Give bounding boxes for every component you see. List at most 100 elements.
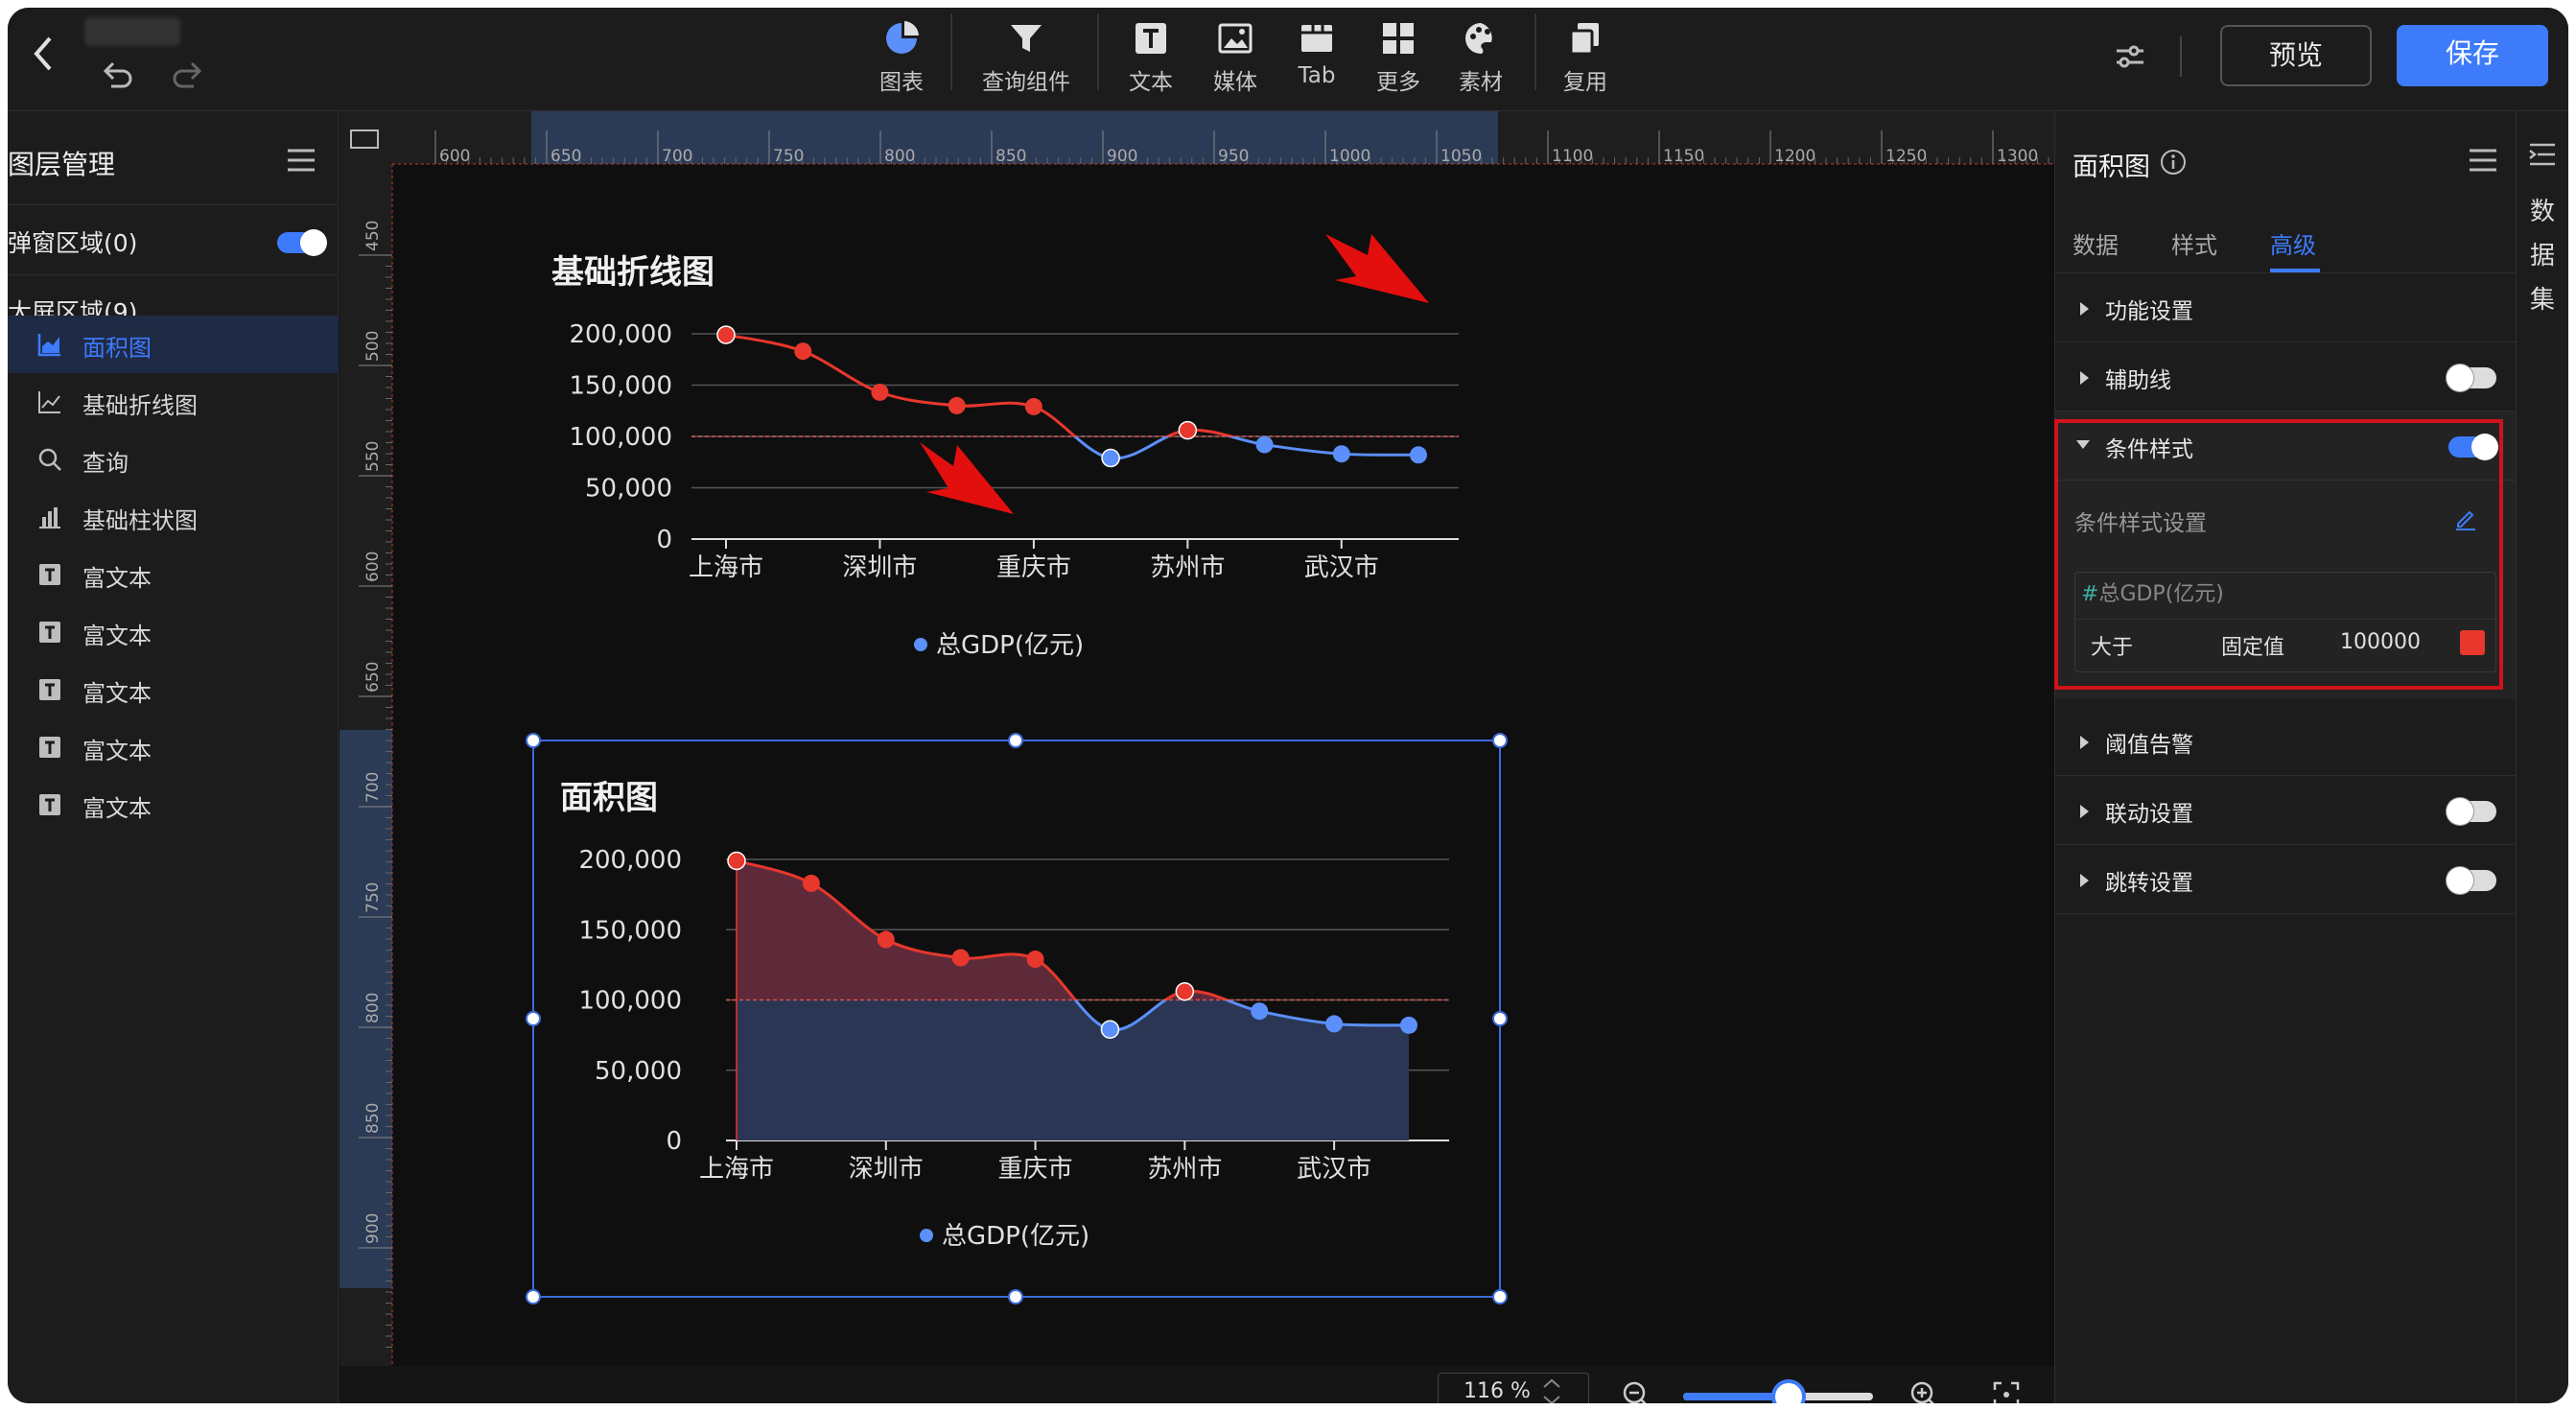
y-tick-label: 100,000 [578,987,682,1016]
design-canvas[interactable]: 600 650 700 750 800 850 900 950 1000 1050 1100 1150… [340,111,2054,1403]
image-icon [1218,23,1253,54]
data-point [1178,420,1198,440]
text-icon [36,561,63,588]
ruler-tick-label: 600 [439,147,470,166]
annotation-arrow [1325,234,1429,303]
layer-item[interactable]: 面积图 [8,316,339,373]
collapse-menu-icon[interactable] [286,148,316,176]
x-tick-label: 武汉市 [1304,553,1379,582]
text-icon [1136,23,1166,54]
toolbar-chart[interactable]: 图表 [849,13,954,100]
section-aux-line[interactable]: 辅助线 [2055,342,2517,411]
ruler-tick-label: 850 [995,147,1026,166]
tab-data[interactable]: 数据 [2073,226,2119,260]
legend-marker [920,1229,933,1242]
linkage-toggle[interactable] [2447,798,2496,825]
layer-item[interactable]: 富文本 [8,776,339,834]
settings-sliders-icon[interactable] [2113,42,2147,75]
highlight-frame [2054,419,2503,690]
layer-item[interactable]: 富文本 [8,603,339,661]
pie-chart-icon [886,21,919,54]
section-function-settings[interactable]: 功能设置 [2055,273,2517,342]
fit-screen-icon[interactable] [1992,1380,2021,1403]
resize-handle[interactable] [526,733,541,748]
data-point [1400,1016,1417,1034]
layer-panel: 图层管理 弹窗区域(0) 大屏区域(9) 面积图 基础折线图 查询 基础柱状图 富文本富… [8,111,339,1403]
ruler-tick-label: 1100 [1552,147,1593,166]
undo-icon[interactable] [100,59,134,92]
layer-item[interactable]: 基础折线图 [8,373,339,431]
text-icon [36,676,63,703]
layer-item[interactable]: 查询 [8,431,339,488]
ruler-tick-label: 600 [363,552,383,582]
layer-item[interactable]: 富文本 [8,718,339,776]
layer-item[interactable]: 富文本 [8,546,339,603]
data-point [948,396,966,414]
legend-label: 总GDP(亿元) [942,1222,1089,1251]
data-point [1255,435,1274,454]
data-point [1325,1015,1344,1033]
collapse-panel-icon[interactable] [2528,142,2557,171]
jump-toggle[interactable] [2447,867,2496,894]
x-tick-label: 武汉市 [1297,1155,1371,1184]
popup-region-toggle[interactable] [277,229,327,256]
section-linkage[interactable]: 联动设置 [2055,776,2517,845]
area-chart-icon [36,331,63,358]
toolbar-query[interactable]: 查询组件 [973,13,1079,100]
resize-handle[interactable] [526,1011,541,1026]
zoom-stepper-icon[interactable] [1538,1375,1565,1403]
resize-handle[interactable] [1008,733,1023,748]
data-point [877,930,895,949]
ruler-tick-label: 1000 [1329,147,1370,166]
data-point [716,325,736,344]
ruler-tick-label: 800 [363,993,383,1023]
expand-arrow-icon [2080,371,2089,385]
zoom-input[interactable]: 116 % [1438,1373,1589,1403]
resize-handle[interactable] [1492,1289,1508,1304]
redo-icon[interactable] [171,59,205,92]
ruler-tick-label: 500 [363,331,383,362]
preview-button[interactable]: 预览 [2220,25,2372,86]
section-jump[interactable]: 跳转设置 [2055,845,2517,914]
zoom-out-icon[interactable] [1621,1379,1651,1403]
aux-line-toggle[interactable] [2447,364,2496,391]
app-window: 图表 查询组件 文本 媒体 Tab 更多 素材 复用 预览 保存 图层管理 弹窗… [8,8,2568,1403]
toolbar-query-label: 查询组件 [982,70,1070,95]
dataset-char-3: 集 [2530,286,2556,315]
divider [8,204,339,205]
zoom-in-icon[interactable] [1909,1379,1939,1403]
expand-arrow-icon [2080,302,2089,316]
layer-item[interactable]: 富文本 [8,661,339,718]
ruler-tick-label: 1150 [1663,147,1704,166]
tab-advanced[interactable]: 高级 [2270,226,2316,260]
dataset-sidebar[interactable]: 数 据 集 [2516,111,2568,1403]
filter-icon [1011,25,1042,52]
section-threshold-alert[interactable]: 阈值告警 [2055,707,2517,776]
ruler-tick-label: 900 [363,1213,383,1244]
info-icon[interactable] [2159,148,2188,180]
panel-menu-icon[interactable] [2468,148,2498,176]
ruler-tick-label: 900 [1107,147,1137,166]
zoom-value: 116 % [1464,1379,1531,1403]
toolbar-material[interactable]: 素材 [1428,13,1534,100]
save-button[interactable]: 保存 [2397,25,2548,86]
toolbar-reuse[interactable]: 复用 [1533,13,1638,100]
y-tick-label: 0 [656,526,672,554]
layer-item[interactable]: 基础柱状图 [8,488,339,546]
back-icon[interactable] [31,35,58,77]
resize-handle[interactable] [526,1289,541,1304]
dataset-char-2: 据 [2530,242,2556,270]
annotation-arrow [920,442,1014,514]
layer-item-label: 富文本 [82,738,152,764]
x-tick-label: 上海市 [699,1155,774,1184]
resize-handle[interactable] [1492,733,1508,748]
ruler-tick-label: 650 [363,662,383,693]
top-toolbar: 图表 查询组件 文本 媒体 Tab 更多 素材 复用 预览 保存 [8,8,2568,111]
legend-marker [914,638,927,651]
section-label: 阈值告警 [2105,733,2193,758]
tab-style[interactable]: 样式 [2171,226,2217,260]
expand-arrow-icon [2080,874,2089,887]
resize-handle[interactable] [1492,1011,1508,1026]
palette-icon [1465,23,1492,54]
resize-handle[interactable] [1008,1289,1023,1304]
